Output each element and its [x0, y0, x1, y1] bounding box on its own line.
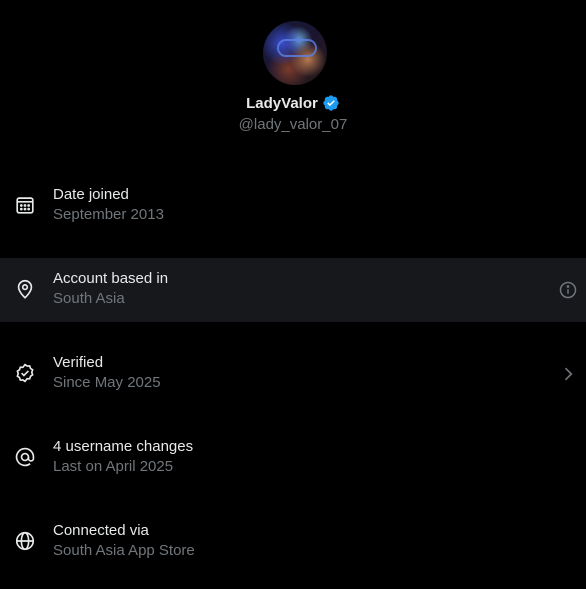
about-account-page: LadyValor @lady_valor_07 Date joined Sep…: [0, 0, 586, 589]
handle: @lady_valor_07: [238, 116, 348, 133]
avatar[interactable]: [263, 21, 327, 85]
info-row-verified[interactable]: Verified Since May 2025: [0, 342, 586, 406]
row-subtitle: September 2013: [53, 206, 164, 223]
verified-badge-icon: [322, 94, 340, 112]
at-sign-icon: [14, 446, 36, 468]
row-title: Account based in: [53, 270, 169, 287]
row-title: Verified: [53, 354, 104, 371]
info-row-date-joined: Date joined September 2013: [0, 174, 586, 238]
row-subtitle: South Asia: [53, 290, 125, 307]
display-name-row: LadyValor: [0, 93, 586, 113]
location-pin-icon: [14, 278, 36, 300]
row-title: Connected via: [53, 522, 149, 539]
info-row-connected-via: Connected via South Asia App Store: [0, 510, 586, 574]
row-subtitle: South Asia App Store: [53, 542, 195, 559]
row-subtitle: Since May 2025: [53, 374, 161, 391]
row-title: 4 username changes: [53, 438, 194, 455]
verified-check-icon: [14, 362, 36, 384]
row-title: Date joined: [53, 186, 129, 203]
info-icon[interactable]: [558, 280, 578, 300]
calendar-icon: [14, 194, 36, 216]
chevron-right-icon[interactable]: [558, 364, 578, 384]
info-row-account-based-in[interactable]: Account based in South Asia: [0, 258, 586, 322]
row-subtitle: Last on April 2025: [53, 458, 174, 475]
display-name: LadyValor: [246, 94, 318, 112]
globe-icon: [14, 530, 36, 552]
info-row-username-changes: 4 username changes Last on April 2025: [0, 426, 586, 490]
